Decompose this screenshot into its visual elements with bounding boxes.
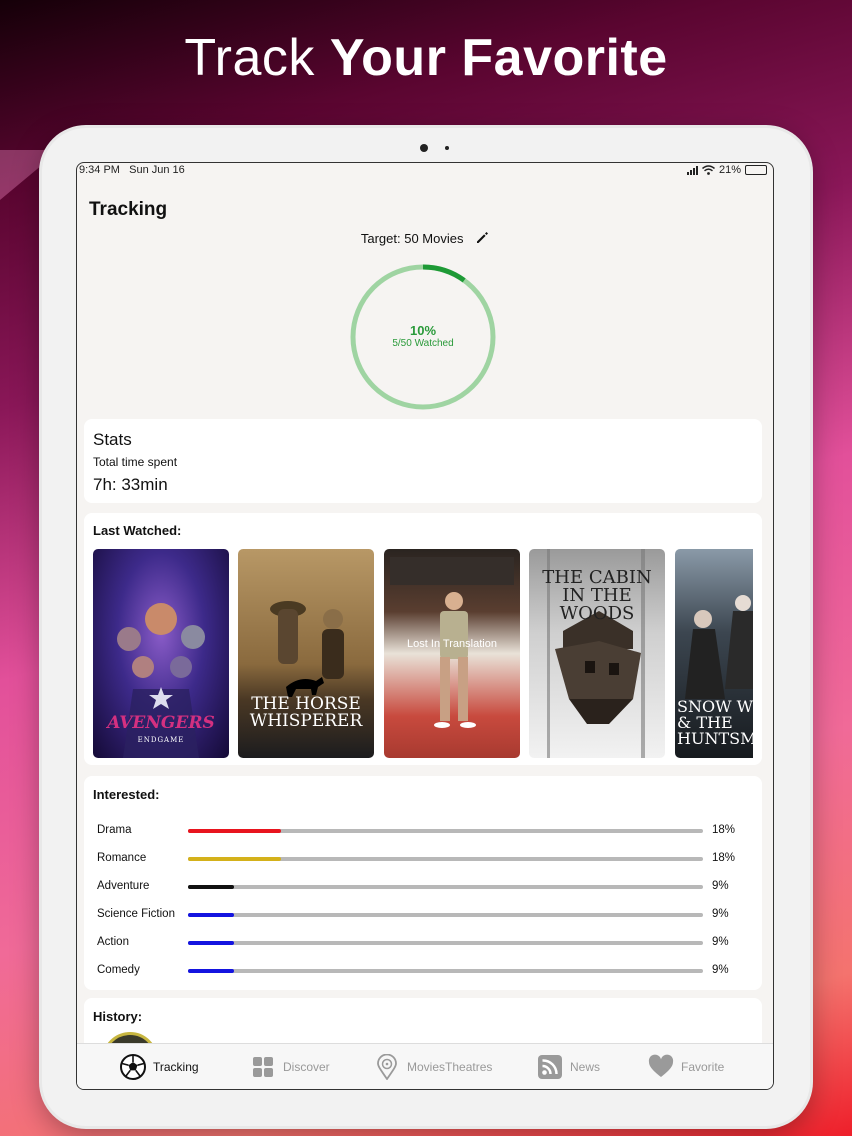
poster-cabin-in-the-woods[interactable]: THE CABIN IN THE WOODS — [529, 549, 665, 758]
soccer-ball-icon — [120, 1054, 146, 1080]
tab-discover-label: Discover — [283, 1060, 330, 1074]
tab-favorite-label: Favorite — [681, 1060, 725, 1074]
genre-percent: 9% — [712, 936, 729, 948]
last-watched-title: Last Watched: — [93, 523, 182, 538]
stats-card: Stats Total time spent 7h: 33min — [84, 419, 762, 503]
progress-percent: 10% — [409, 323, 437, 338]
genre-name: Drama — [97, 824, 132, 836]
tab-tracking[interactable]: Tracking — [120, 1054, 199, 1080]
total-time-label: Total time spent — [93, 455, 178, 469]
poster-lost-in-translation-title: Lost In Translation — [407, 638, 497, 650]
page-indicator-dot — [445, 146, 449, 150]
tab-news[interactable]: News — [537, 1054, 600, 1080]
tab-favorite[interactable]: Favorite — [648, 1054, 724, 1080]
genre-percent: 18% — [712, 852, 736, 864]
genre-progress-bar — [188, 969, 703, 973]
genre-row: Romance 18% — [84, 851, 762, 867]
genre-progress-bar — [188, 857, 703, 861]
total-time-value: 7h: 33min — [93, 475, 168, 494]
genre-percent: 9% — [712, 908, 729, 920]
figure-on-bed-icon — [390, 557, 514, 728]
genre-progress-bar — [188, 913, 703, 917]
poster-lost-in-translation[interactable]: Lost In Translation — [384, 549, 520, 758]
genre-progress-fill — [188, 941, 235, 945]
heart-icon — [648, 1054, 674, 1077]
poster-snow-white[interactable]: SNOW WHITE & THE HUNTSMAN — [675, 549, 753, 758]
genre-name: Adventure — [97, 880, 150, 892]
poster-carousel[interactable]: AVENGERS ENDGAME THE HORSE WHISPERER Los… — [93, 549, 753, 758]
tab-discover[interactable]: Discover — [250, 1054, 330, 1080]
status-time: 9:34 PM Sun Jun 16 — [79, 164, 185, 176]
poster-avengers[interactable]: AVENGERS ENDGAME — [93, 549, 229, 758]
grid-icon — [253, 1057, 273, 1077]
history-title: History: — [93, 1009, 143, 1024]
tab-tracking-label: Tracking — [153, 1060, 199, 1074]
tab-moviestheatres-label: MoviesTheatres — [407, 1060, 493, 1074]
last-watched-card: Last Watched: AVENGERS ENDGAME THE HORSE… — [84, 513, 762, 765]
interested-title: Interested: — [93, 787, 160, 802]
target-row: Target: 50 Movies — [77, 231, 773, 246]
genre-progress-bar — [188, 885, 703, 889]
map-pin-icon — [377, 1054, 397, 1080]
genre-percent: 9% — [712, 964, 729, 976]
status-clock: 9:34 PM — [79, 164, 120, 176]
poster-avengers-title: AVENGERS — [107, 713, 215, 733]
interested-card: Interested: Drama 18% Romance 18% Adventure 9… — [84, 776, 762, 990]
poster-snow-white-title: SNOW WHITE & THE HUNTSMAN — [677, 697, 753, 748]
tab-bar: Tracking Discover MoviesTheatres News Fa… — [77, 1043, 773, 1089]
genre-row: Comedy 9% — [84, 963, 762, 979]
genre-name: Action — [97, 936, 129, 948]
tab-moviestheatres[interactable]: MoviesTheatres — [374, 1054, 492, 1080]
page-title: Tracking — [89, 199, 168, 220]
headline-light: Track — [184, 29, 315, 87]
genre-progress-fill — [188, 885, 235, 889]
genre-progress-bar — [188, 829, 703, 833]
poster-avengers-subtitle: ENDGAME — [137, 736, 185, 744]
genre-row: Science Fiction 9% — [84, 907, 762, 923]
genre-percent: 18% — [712, 824, 736, 836]
headline: Track Your Favorite — [0, 28, 852, 88]
rss-icon — [538, 1055, 562, 1079]
genre-percent: 9% — [712, 880, 729, 892]
genre-progress-fill — [188, 829, 281, 833]
page-indicator-dot-active — [420, 144, 428, 152]
tab-news-label: News — [570, 1060, 601, 1074]
wifi-icon — [701, 165, 715, 175]
genre-progress-bar — [188, 941, 703, 945]
cellular-signal-icon — [686, 165, 698, 175]
stats-title: Stats — [93, 430, 132, 449]
genre-name: Comedy — [97, 964, 140, 976]
genre-progress-fill — [188, 857, 281, 861]
genre-row: Drama 18% — [84, 823, 762, 839]
genre-row: Adventure 9% — [84, 879, 762, 895]
progress-text: 10% 5/50 Watched — [349, 323, 497, 349]
battery-percent: 21% — [718, 164, 741, 176]
headline-bold: Your Favorite — [329, 29, 668, 87]
poster-horse-whisperer[interactable]: THE HORSE WHISPERER — [238, 549, 374, 758]
genre-row: Action 9% — [84, 935, 762, 951]
poster-cabin-title: THE CABIN IN THE WOODS — [542, 567, 652, 624]
battery-icon — [745, 165, 767, 175]
tablet-device: 9:34 PM Sun Jun 16 21% Tracking Target: … — [42, 128, 810, 1126]
app-screen: 9:34 PM Sun Jun 16 21% Tracking Target: … — [76, 162, 774, 1090]
status-date: Sun Jun 16 — [129, 164, 185, 176]
edit-pencil-icon[interactable] — [475, 231, 489, 245]
genre-name: Science Fiction — [97, 908, 175, 920]
progress-watched: 5/50 Watched — [392, 338, 454, 349]
genre-progress-fill — [188, 969, 235, 973]
status-bar: 9:34 PM Sun Jun 16 21% — [77, 163, 773, 179]
genre-progress-fill — [188, 913, 235, 917]
poster-horse-whisperer-title: THE HORSE WHISPERER — [249, 694, 363, 731]
target-label: Target: 50 Movies — [360, 231, 464, 246]
genre-name: Romance — [97, 852, 147, 864]
status-right: 21% — [686, 164, 767, 176]
